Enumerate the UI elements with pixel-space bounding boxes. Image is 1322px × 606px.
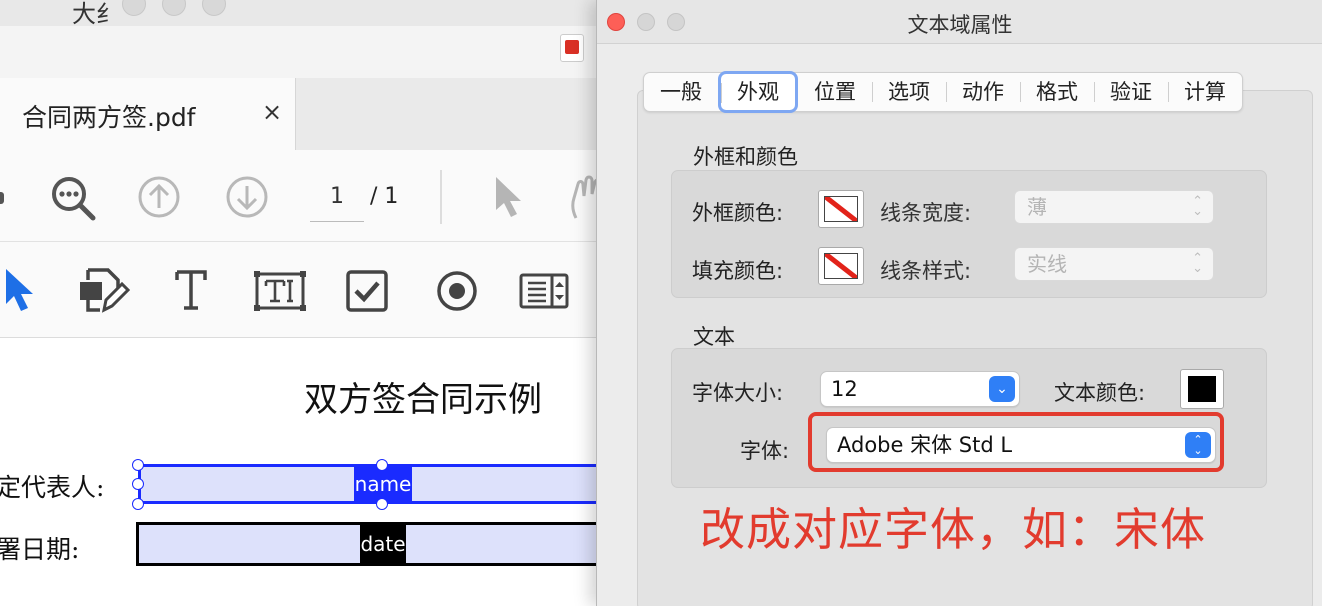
pdf-file-icon[interactable] [560,34,584,62]
updown-chevron-icon: ⌃ ⌄ [1192,194,1203,219]
font-label: 字体: [740,439,790,463]
dialog-title: 文本域属性 [907,13,1013,37]
resize-handle[interactable] [376,498,388,510]
next-page-icon[interactable] [224,174,270,220]
font-size-value: 12 [831,377,858,401]
navigation-toolbar: 1 / 1 [0,150,600,242]
document-heading: 双方签合同示例 [304,380,542,420]
date-field-tag: date [360,525,406,563]
document-tab[interactable]: 合同两方签.pdf × [0,78,296,150]
text-color-swatch[interactable] [1180,369,1224,409]
chevron-down-icon: ⌄ [989,376,1015,402]
tab-appearance[interactable]: 外观 [718,71,798,113]
page-number-input[interactable]: 1 [310,182,364,222]
select-arrow-icon[interactable] [492,174,526,220]
text-tool-icon[interactable] [174,268,208,312]
zoom-search-icon[interactable] [48,174,98,224]
pdf-editor-window: 大纟 合同两方签.pdf × 1 / 1 双方签合同示例 定代表人: 署日期: … [0,0,618,606]
resize-handle[interactable] [376,459,388,471]
document-tab-strip: 合同两方签.pdf × [0,78,600,150]
pdf-page: 双方签合同示例 定代表人: 署日期: name date [0,338,618,606]
toolbar-divider [440,170,442,224]
form-tools-toolbar [0,242,600,338]
font-size-select[interactable]: 12 ⌄ [820,371,1020,407]
fill-color-swatch[interactable] [818,247,864,285]
edit-form-icon[interactable] [78,266,130,316]
border-color-label: 外框颜色: [692,201,784,225]
line-width-select[interactable]: 薄 ⌃ ⌄ [1014,190,1214,224]
pdf-window-titlebar: 大纟 [0,0,600,28]
partial-tool-icon[interactable] [0,188,6,208]
close-tab-icon[interactable]: × [262,98,282,126]
resize-handle[interactable] [132,478,144,490]
tab-validate[interactable]: 验证 [1094,73,1168,111]
pointer-tool-icon[interactable] [2,266,36,316]
tab-calculate[interactable]: 计算 [1168,73,1242,111]
list-box-tool-icon[interactable] [518,272,570,310]
tab-actions[interactable]: 动作 [946,73,1020,111]
line-style-select[interactable]: 实线 ⌃ ⌄ [1014,247,1214,281]
window-title-fragment: 大纟 [72,0,120,28]
line-width-label: 线条宽度: [880,201,972,225]
page-total-label: / 1 [370,184,399,209]
window-close-button[interactable] [122,0,146,16]
checkbox-tool-icon[interactable] [344,268,390,314]
tab-options[interactable]: 选项 [872,73,946,111]
border-color-group: 外框颜色: 线条宽度: 薄 ⌃ ⌄ 填充颜色: 线条样式: 实线 ⌃ ⌄ [671,170,1267,298]
window-minimize-button[interactable] [162,0,186,16]
screen: 大纟 合同两方签.pdf × 1 / 1 双方签合同示例 定代表人: 署日期: … [0,0,1322,606]
previous-page-icon[interactable] [136,174,182,220]
dialog-titlebar: 文本域属性 [597,0,1322,44]
tab-position[interactable]: 位置 [798,73,872,111]
text-section-title: 文本 [693,325,735,349]
border-color-swatch[interactable] [818,190,864,228]
representative-label: 定代表人: [0,473,105,502]
resize-handle[interactable] [132,459,144,471]
border-section-title: 外框和颜色 [693,145,798,169]
updown-chevron-icon: ⌃ ⌄ [1192,251,1203,276]
property-tabs: 一般 外观 位置 选项 动作 格式 验证 计算 [643,71,1243,113]
text-color-label: 文本颜色: [1054,381,1146,405]
window-zoom-button[interactable] [202,0,226,16]
radio-button-tool-icon[interactable] [434,268,480,314]
text-field-tool-icon[interactable] [254,270,306,312]
document-tab-label: 合同两方签.pdf [22,103,196,132]
line-width-value: 薄 [1027,195,1047,219]
line-style-value: 实线 [1027,252,1067,276]
no-color-icon [824,196,858,222]
font-highlight-box [808,412,1224,472]
tab-format[interactable]: 格式 [1020,73,1094,111]
line-style-label: 线条样式: [880,259,972,283]
app-bar [0,26,600,78]
no-color-icon [824,253,858,279]
resize-handle[interactable] [132,498,144,510]
text-color-fill [1188,376,1216,402]
tab-general[interactable]: 一般 [644,73,718,111]
font-size-label: 字体大小: [692,381,784,405]
signing-date-label: 署日期: [0,535,80,564]
fill-color-label: 填充颜色: [692,259,784,283]
annotation-text: 改成对应字体，如：宋体 [700,503,1207,556]
